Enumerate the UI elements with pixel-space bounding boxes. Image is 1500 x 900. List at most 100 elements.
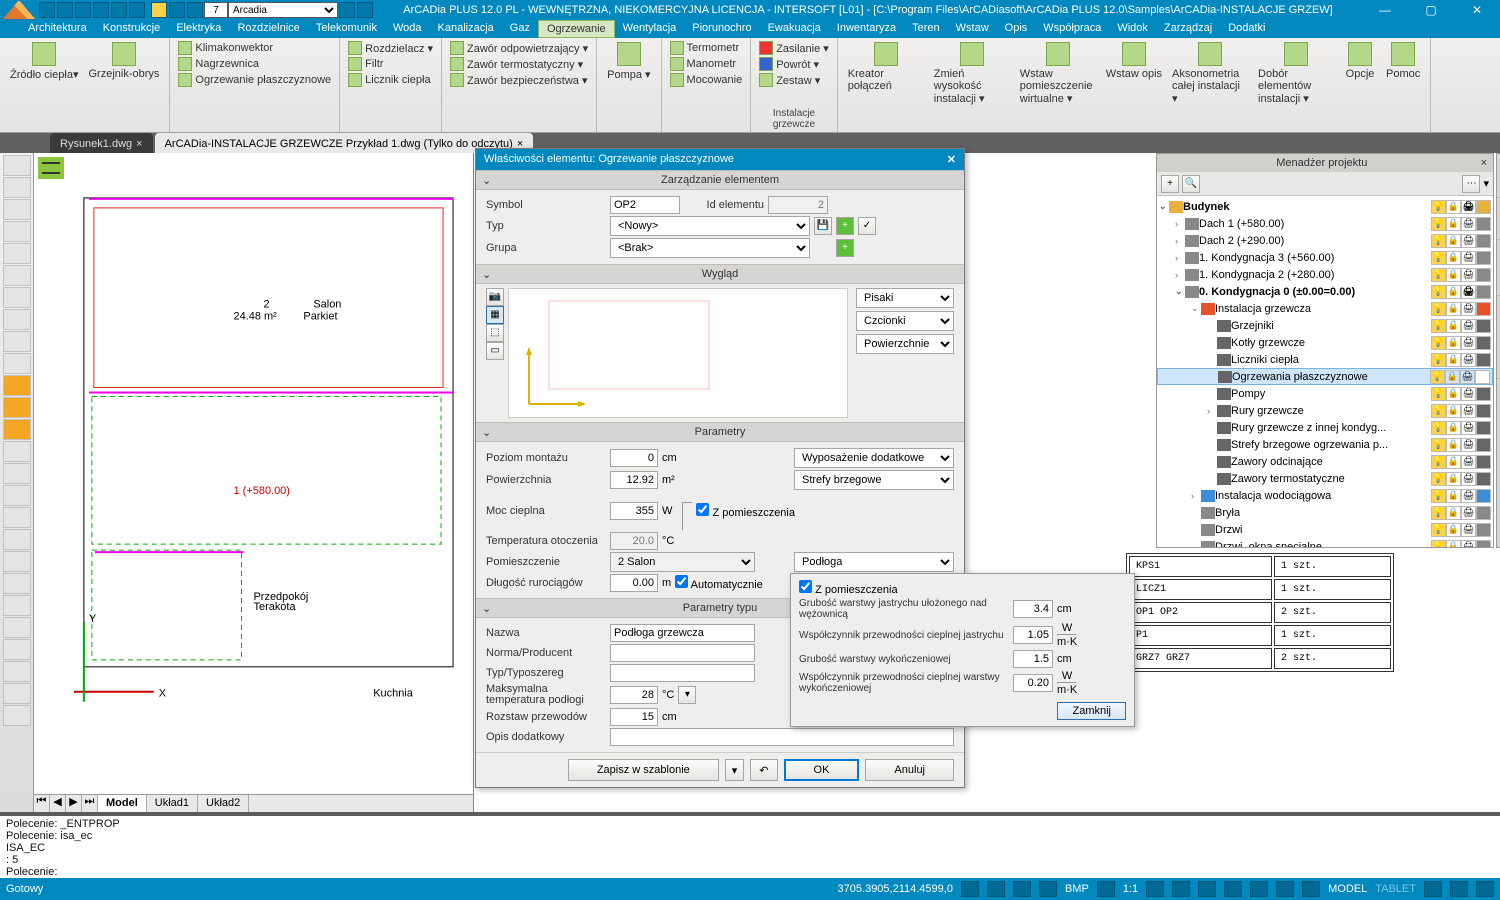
type-add-button[interactable]: + [836,217,854,235]
menu-wentylacja[interactable]: Wentylacja [615,20,685,38]
tree-item[interactable]: Zawory odcinające💡🔒🖨 [1157,453,1493,470]
area-input[interactable] [610,471,658,489]
tree-item[interactable]: Strefy brzegowe ogrzewania p...💡🔒🖨 [1157,436,1493,453]
toolbar-btn-11[interactable] [3,397,31,418]
norma-input[interactable] [610,644,755,662]
power-input[interactable] [610,502,658,520]
sheet-tab-uklad2[interactable]: Układ2 [198,795,249,812]
tree-item[interactable]: Ogrzewania płaszczyznowe💡🔒🖨 [1157,368,1493,385]
sb-btn-11[interactable] [1276,881,1294,897]
camera-icon[interactable]: 📷 [486,288,504,306]
ribbon-aksonometria-ca-ej-instalacji-[interactable]: Aksonometria całej instalacji ▾ [1168,40,1252,107]
tree-item[interactable]: Drzwi💡🔒🖨 [1157,521,1493,538]
tree-item[interactable]: ›1. Kondygnacja 3 (+560.00)💡🔒🖨 [1157,249,1493,266]
tree-item[interactable]: ›1. Kondygnacja 2 (+280.00)💡🔒🖨 [1157,266,1493,283]
cancel-button[interactable]: Anuluj [865,759,954,781]
filtr-button[interactable]: Filtr [346,56,435,72]
menu-zarządzaj[interactable]: Zarządzaj [1156,20,1220,38]
screed-thick-input[interactable] [1013,600,1053,618]
sb-btn-1[interactable] [961,881,979,897]
sb-btn-7[interactable] [1172,881,1190,897]
toolbar-btn-22[interactable] [3,639,31,660]
preview-mode1-button[interactable]: ▦ [486,306,504,324]
czcionki-combo[interactable]: Czcionki [856,311,954,331]
tree-item[interactable]: Drzwi, okna specjalne💡🔒🖨 [1157,538,1493,547]
menu-ewakuacja[interactable]: Ewakuacja [760,20,829,38]
tree-item[interactable]: ›Instalacja wodociągowa💡🔒🖨 [1157,487,1493,504]
sb-btn-13[interactable] [1424,881,1442,897]
toolbar-btn-19[interactable] [3,573,31,594]
underfloor-heating-button[interactable]: Ogrzewanie płaszczyznowe [176,72,333,88]
sb-btn-5[interactable] [1097,881,1115,897]
sheet-last[interactable]: ⏭ [82,795,98,812]
toolbar-btn-5[interactable] [3,265,31,286]
sheet-prev[interactable]: ◀ [50,795,66,812]
layer-number-input[interactable] [204,2,228,18]
tree-item[interactable]: Kotły grzewcze💡🔒🖨 [1157,334,1493,351]
ok-button[interactable]: OK [784,759,860,781]
pm-close-icon[interactable]: × [1481,157,1487,169]
toolbar-btn-7[interactable] [3,309,31,330]
menu-ogrzewanie[interactable]: Ogrzewanie [538,20,615,38]
toolbar-btn-10[interactable] [3,375,31,396]
pm-find-button[interactable]: 🔍 [1182,175,1200,193]
zawor-bezp-button[interactable]: Zawór bezpieczeństwa ▾ [448,72,590,88]
manometr-button[interactable]: Manometr [668,56,745,72]
toolbar-btn-12[interactable] [3,419,31,440]
status-bmp[interactable]: BMP [1065,883,1089,895]
finish-cond-input[interactable] [1013,674,1053,692]
drawing-canvas[interactable]: 2 Salon 24.48 m² Parkiet Przedpokój Tera… [34,153,474,812]
heat-source-button[interactable]: Źródło ciepła▾ [6,40,83,83]
maximize-button[interactable]: ▢ [1408,0,1454,20]
tree-item[interactable]: Pompy💡🔒🖨 [1157,385,1493,402]
toolbar-btn-20[interactable] [3,595,31,616]
ribbon-opcje[interactable]: Opcje [1340,40,1380,82]
group-add-button[interactable]: + [836,239,854,257]
radiator-outline-button[interactable]: Grzejnik-obrys [85,40,164,82]
sheet-first[interactable]: ⏮ [34,795,50,812]
qa-new-icon[interactable] [39,2,55,18]
licznik-button[interactable]: Licznik ciepła [346,72,435,88]
rozstaw-input[interactable] [610,708,658,726]
qa-open-icon[interactable] [57,2,73,18]
opis-input[interactable] [610,728,954,746]
status-scale[interactable]: 1:1 [1123,883,1138,895]
qa-undo-icon[interactable] [111,2,127,18]
pompa-button[interactable]: Pompa ▾ [603,40,654,83]
menu-opis[interactable]: Opis [997,20,1036,38]
zawor-termo-button[interactable]: Zawór termostatyczny ▾ [448,56,590,72]
command-line[interactable]: Polecenie: _ENTPROPPolecenie: isa_ecISA_… [0,812,1500,878]
pm-opts-button[interactable]: ⋯ [1462,175,1480,193]
symbol-input[interactable] [610,196,680,214]
toolbar-btn-15[interactable] [3,485,31,506]
qa-redo-icon[interactable] [129,2,145,18]
tree-item[interactable]: ›Rury grzewcze💡🔒🖨 [1157,402,1493,419]
sb-btn-6[interactable] [1146,881,1164,897]
sheet-tab-uklad1[interactable]: Układ1 [147,795,198,812]
sb-btn-9[interactable] [1224,881,1242,897]
level-input[interactable] [610,449,658,467]
preview-mode2-button[interactable]: ⬚ [486,324,504,342]
toolbar-btn-0[interactable] [3,155,31,176]
type-combo[interactable]: <Nowy> [610,216,810,236]
sb-btn-15[interactable] [1476,881,1494,897]
pm-add-button[interactable]: + [1161,175,1179,193]
from-room-checkbox[interactable]: Z pomieszczenia [696,503,795,519]
menu-wstaw[interactable]: Wstaw [948,20,997,38]
menu-rozdzielnice[interactable]: Rozdzielnice [229,20,307,38]
qa-freeze-icon[interactable] [169,2,185,18]
qa-more-icon[interactable] [357,2,373,18]
sheet-tab-model[interactable]: Model [98,795,147,812]
klimakonwektor-button[interactable]: Klimakonwektor [176,40,333,56]
close-button[interactable]: ✕ [1454,0,1500,20]
finish-thick-input[interactable] [1013,650,1053,668]
maxt-dropdown-button[interactable]: ▾ [678,686,696,704]
tree-item[interactable]: ⌄Instalacja grzewcza💡🔒🖨 [1157,300,1493,317]
minimize-button[interactable]: — [1362,0,1408,20]
sb-btn-12[interactable] [1302,881,1320,897]
toolbar-btn-2[interactable] [3,199,31,220]
auto-checkbox[interactable]: Automatycznie [675,575,763,591]
powierzchnie-combo[interactable]: Powierzchnie [856,334,954,354]
qa-layers-icon[interactable] [339,2,355,18]
podloga-combo[interactable]: Podłoga [794,552,954,572]
